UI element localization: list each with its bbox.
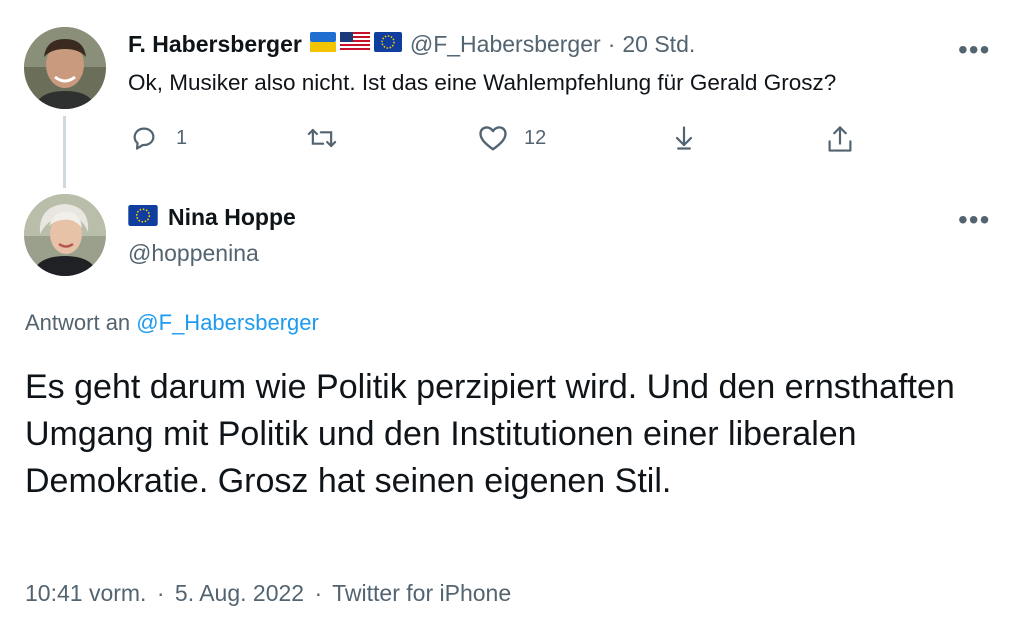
parent-tweet-header: F. Habersberger @F_Habersberger · 20 Std… bbox=[128, 31, 695, 58]
thread-connector-line bbox=[63, 116, 66, 188]
ukraine-flag-icon bbox=[309, 32, 336, 57]
parent-display-name[interactable]: F. Habersberger bbox=[128, 31, 302, 58]
main-display-name[interactable]: Nina Hoppe bbox=[168, 204, 296, 231]
eu-flag-icon bbox=[373, 32, 402, 57]
parent-handle[interactable]: @F_Habersberger bbox=[410, 31, 601, 58]
parent-more-options-button[interactable]: ••• bbox=[958, 36, 990, 64]
reply-to-label: Antwort an bbox=[25, 310, 131, 335]
download-button[interactable] bbox=[670, 124, 698, 152]
parent-time-separator: · bbox=[607, 31, 616, 57]
like-button[interactable]: 12 bbox=[478, 124, 546, 152]
meta-separator-1: · bbox=[156, 580, 165, 606]
tweet-meta: 10:41 vorm. · 5. Aug. 2022 · Twitter for… bbox=[25, 580, 511, 607]
meta-separator-2: · bbox=[314, 580, 323, 606]
reply-count: 1 bbox=[176, 126, 188, 149]
retweet-button[interactable] bbox=[306, 124, 356, 152]
share-icon bbox=[826, 124, 854, 154]
reply-icon bbox=[130, 124, 158, 152]
arrow-down-icon bbox=[670, 124, 698, 152]
reply-to-line: Antwort an @F_Habersberger bbox=[25, 310, 319, 336]
usa-flag-icon bbox=[339, 32, 370, 57]
tweet-time[interactable]: 10:41 vorm. bbox=[25, 580, 146, 606]
like-count: 12 bbox=[524, 126, 547, 149]
tweet-date[interactable]: 5. Aug. 2022 bbox=[175, 580, 304, 606]
avatar-f-habersberger[interactable] bbox=[24, 27, 106, 109]
reply-button[interactable]: 1 bbox=[130, 124, 187, 152]
parent-tweet-text: Ok, Musiker also nicht. Ist das eine Wah… bbox=[128, 70, 837, 95]
main-handle[interactable]: @hoppenina bbox=[128, 240, 259, 267]
main-tweet-text: Es geht darum wie Politik perzipiert wir… bbox=[25, 368, 955, 500]
heart-icon bbox=[478, 124, 508, 152]
reply-to-mention-link[interactable]: @F_Habersberger bbox=[136, 310, 319, 335]
avatar-nina-hoppe[interactable] bbox=[24, 194, 106, 276]
tweet-source[interactable]: Twitter for iPhone bbox=[332, 580, 511, 606]
retweet-icon bbox=[306, 124, 338, 152]
parent-timestamp[interactable]: 20 Std. bbox=[622, 31, 695, 58]
main-more-options-button[interactable]: ••• bbox=[958, 206, 990, 234]
eu-flag-icon bbox=[128, 204, 158, 231]
main-tweet-header: Nina Hoppe bbox=[128, 204, 296, 231]
share-button[interactable] bbox=[826, 124, 854, 154]
